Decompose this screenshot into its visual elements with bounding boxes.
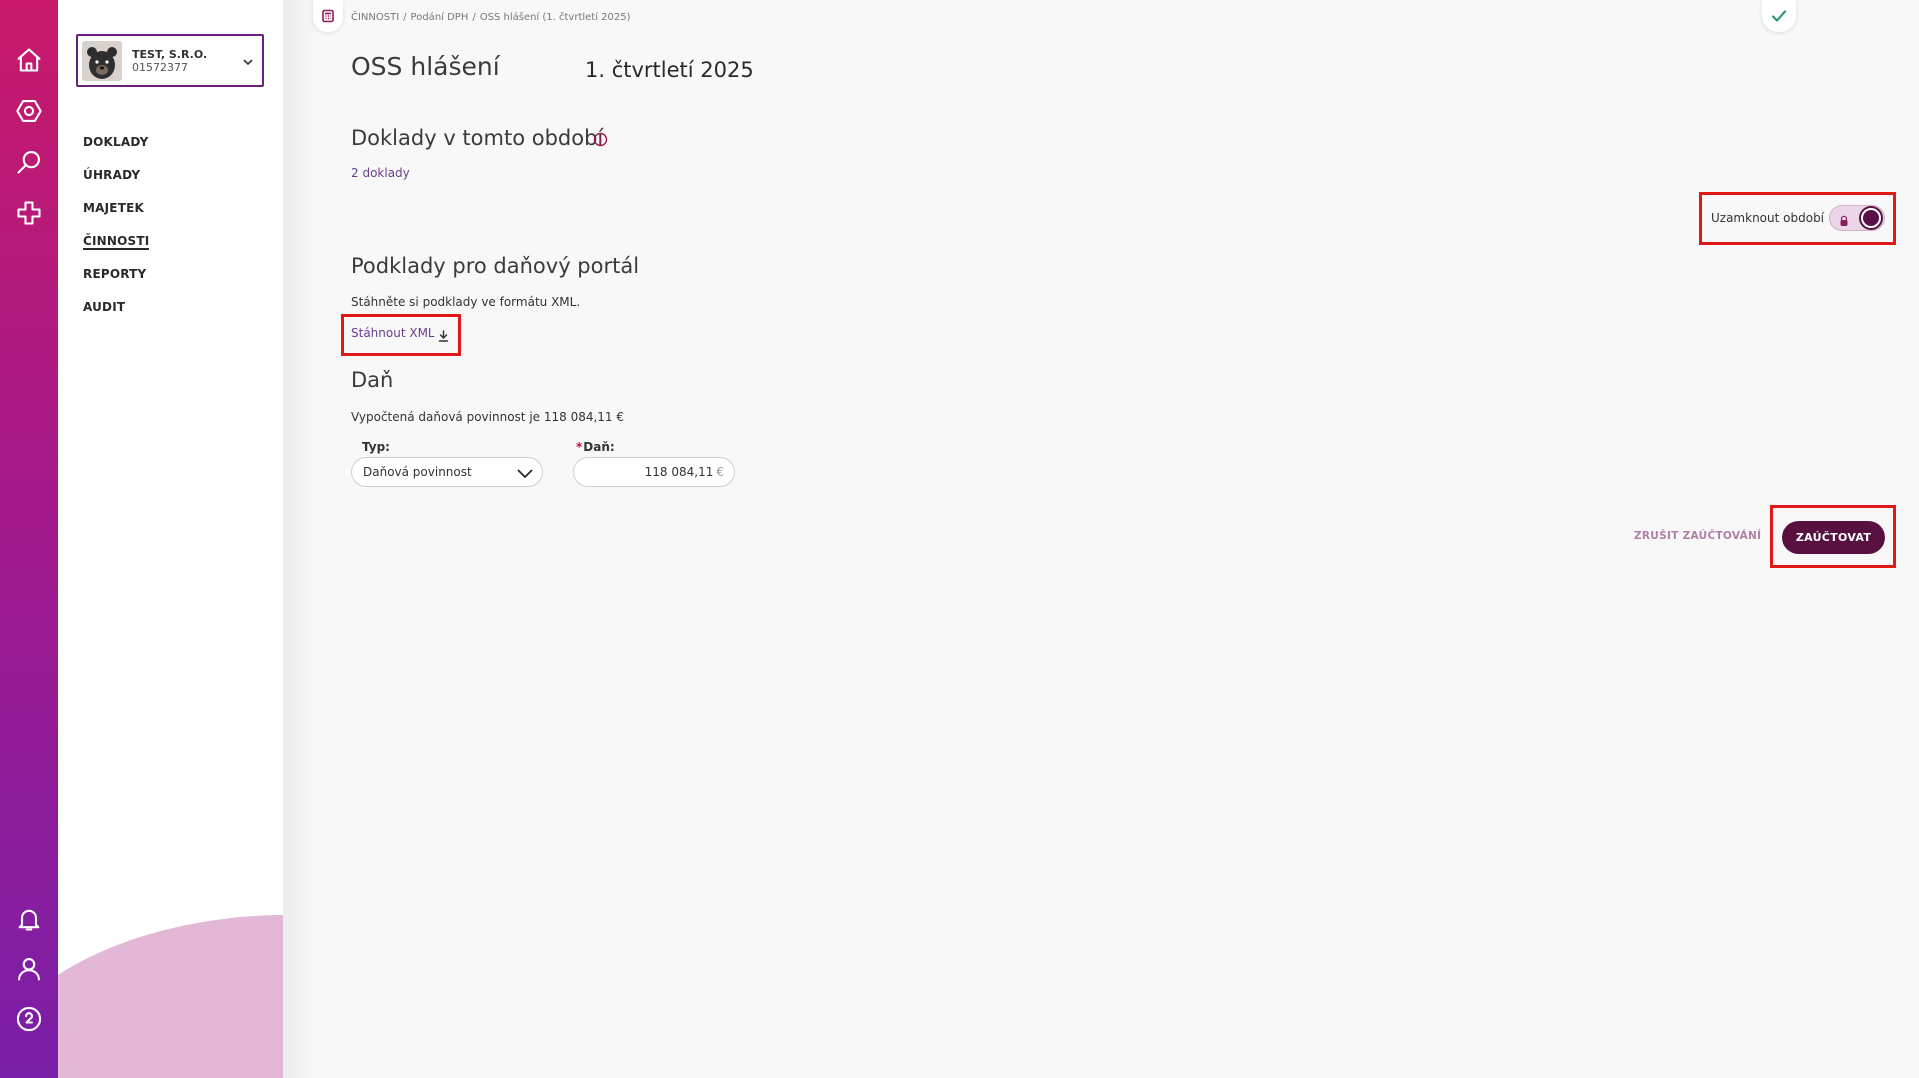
- sidebar-nav: DOKLADY ÚHRADY MAJETEK ČINNOSTI REPORTY …: [83, 132, 150, 330]
- plus-cross-icon[interactable]: [13, 197, 45, 229]
- breadcrumb-cinnosti[interactable]: ČINNOSTI: [351, 12, 399, 23]
- cancel-posting-button[interactable]: ZRUŠIT ZAÚČTOVÁNÍ: [1634, 530, 1761, 542]
- help-icon[interactable]: [13, 1003, 45, 1035]
- user-icon[interactable]: [13, 953, 45, 985]
- sidebar-item-label: REPORTY: [83, 267, 147, 281]
- decorative-blob: [58, 915, 283, 1078]
- sidebar-item-majetek[interactable]: MAJETEK: [83, 198, 149, 231]
- portal-description: Stáhněte si podklady ve formátu XML.: [351, 295, 581, 309]
- main-content: ČINNOSTI / Podání DPH / OSS hlášení (1. čtvr…: [313, 0, 1919, 1078]
- sidebar-item-label: MAJETEK: [83, 201, 144, 215]
- sidebar-item-audit[interactable]: AUDIT: [83, 297, 149, 330]
- type-select[interactable]: Daňová povinnost: [351, 457, 543, 487]
- content-divider: [283, 0, 317, 1078]
- lock-period-label: Uzamknout období: [1711, 211, 1825, 225]
- breadcrumb-separator: /: [403, 12, 407, 23]
- sidebar-item-doklady[interactable]: DOKLADY: [83, 132, 149, 165]
- type-label: Typ:: [362, 440, 390, 454]
- currency-symbol: €: [716, 465, 724, 479]
- sidebar-item-label: DOKLADY: [83, 135, 149, 149]
- sidebar-item-uhrady[interactable]: ÚHRADY: [83, 165, 149, 198]
- tax-amount-input[interactable]: 118 084,11 €: [573, 457, 735, 487]
- toggle-knob: [1861, 208, 1881, 228]
- bell-icon[interactable]: [13, 903, 45, 935]
- sidebar: TEST, S.R.O. 01572377 DOKLADY ÚHRADY MAJ…: [58, 0, 283, 1078]
- sidebar-item-cinnosti[interactable]: ČINNOSTI: [83, 231, 150, 264]
- chevron-down-icon: [516, 464, 534, 480]
- breadcrumb-current: OSS hlášení (1. čtvrtletí 2025): [479, 12, 631, 23]
- type-select-value: Daňová povinnost: [363, 465, 472, 479]
- page-title: OSS hlášení: [351, 52, 500, 81]
- post-button[interactable]: ZAÚČTOVAT: [1782, 521, 1885, 554]
- company-selector[interactable]: TEST, S.R.O. 01572377: [76, 34, 264, 87]
- company-avatar: [82, 40, 122, 81]
- sidebar-item-reporty[interactable]: REPORTY: [83, 264, 149, 297]
- home-icon[interactable]: [13, 44, 45, 76]
- breadcrumb-podani-dph[interactable]: Podání DPH: [411, 12, 469, 23]
- download-xml-link[interactable]: Stáhnout XML: [351, 326, 435, 340]
- breadcrumb: ČINNOSTI / Podání DPH / OSS hlášení (1. čtvr…: [351, 12, 631, 23]
- sidebar-item-label: ÚHRADY: [83, 168, 141, 182]
- documents-heading: Doklady v tomto období: [351, 126, 604, 150]
- documents-count-link[interactable]: 2 doklady: [351, 166, 410, 180]
- portal-heading: Podklady pro daňový portál: [351, 254, 640, 278]
- breadcrumb-separator: /: [472, 12, 476, 23]
- amount-label-text: Daň:: [583, 440, 615, 454]
- amount-label: *Daň:: [576, 440, 615, 454]
- lock-icon: [1838, 212, 1850, 226]
- check-icon[interactable]: [1762, 0, 1796, 32]
- lock-period-toggle[interactable]: [1829, 205, 1885, 231]
- tax-amount-value: 118 084,11: [644, 465, 714, 479]
- icon-rail: [0, 0, 58, 1078]
- sidebar-item-label: AUDIT: [83, 300, 126, 314]
- chevron-down-icon[interactable]: [241, 54, 255, 68]
- required-asterisk: *: [576, 440, 583, 454]
- tax-summary: Vypočtená daňová povinnost je 118 084,11…: [351, 410, 624, 424]
- download-icon[interactable]: [438, 327, 449, 342]
- tax-heading: Daň: [351, 368, 394, 392]
- settings-hex-icon[interactable]: [13, 95, 45, 127]
- info-icon[interactable]: [593, 132, 608, 147]
- company-id: 01572377: [132, 60, 188, 74]
- company-name: TEST, S.R.O.: [132, 47, 208, 61]
- search-icon[interactable]: [13, 146, 45, 178]
- calculator-icon[interactable]: [313, 0, 343, 32]
- period-label: 1. čtvrtletí 2025: [585, 58, 754, 82]
- sidebar-item-label: ČINNOSTI: [83, 234, 150, 250]
